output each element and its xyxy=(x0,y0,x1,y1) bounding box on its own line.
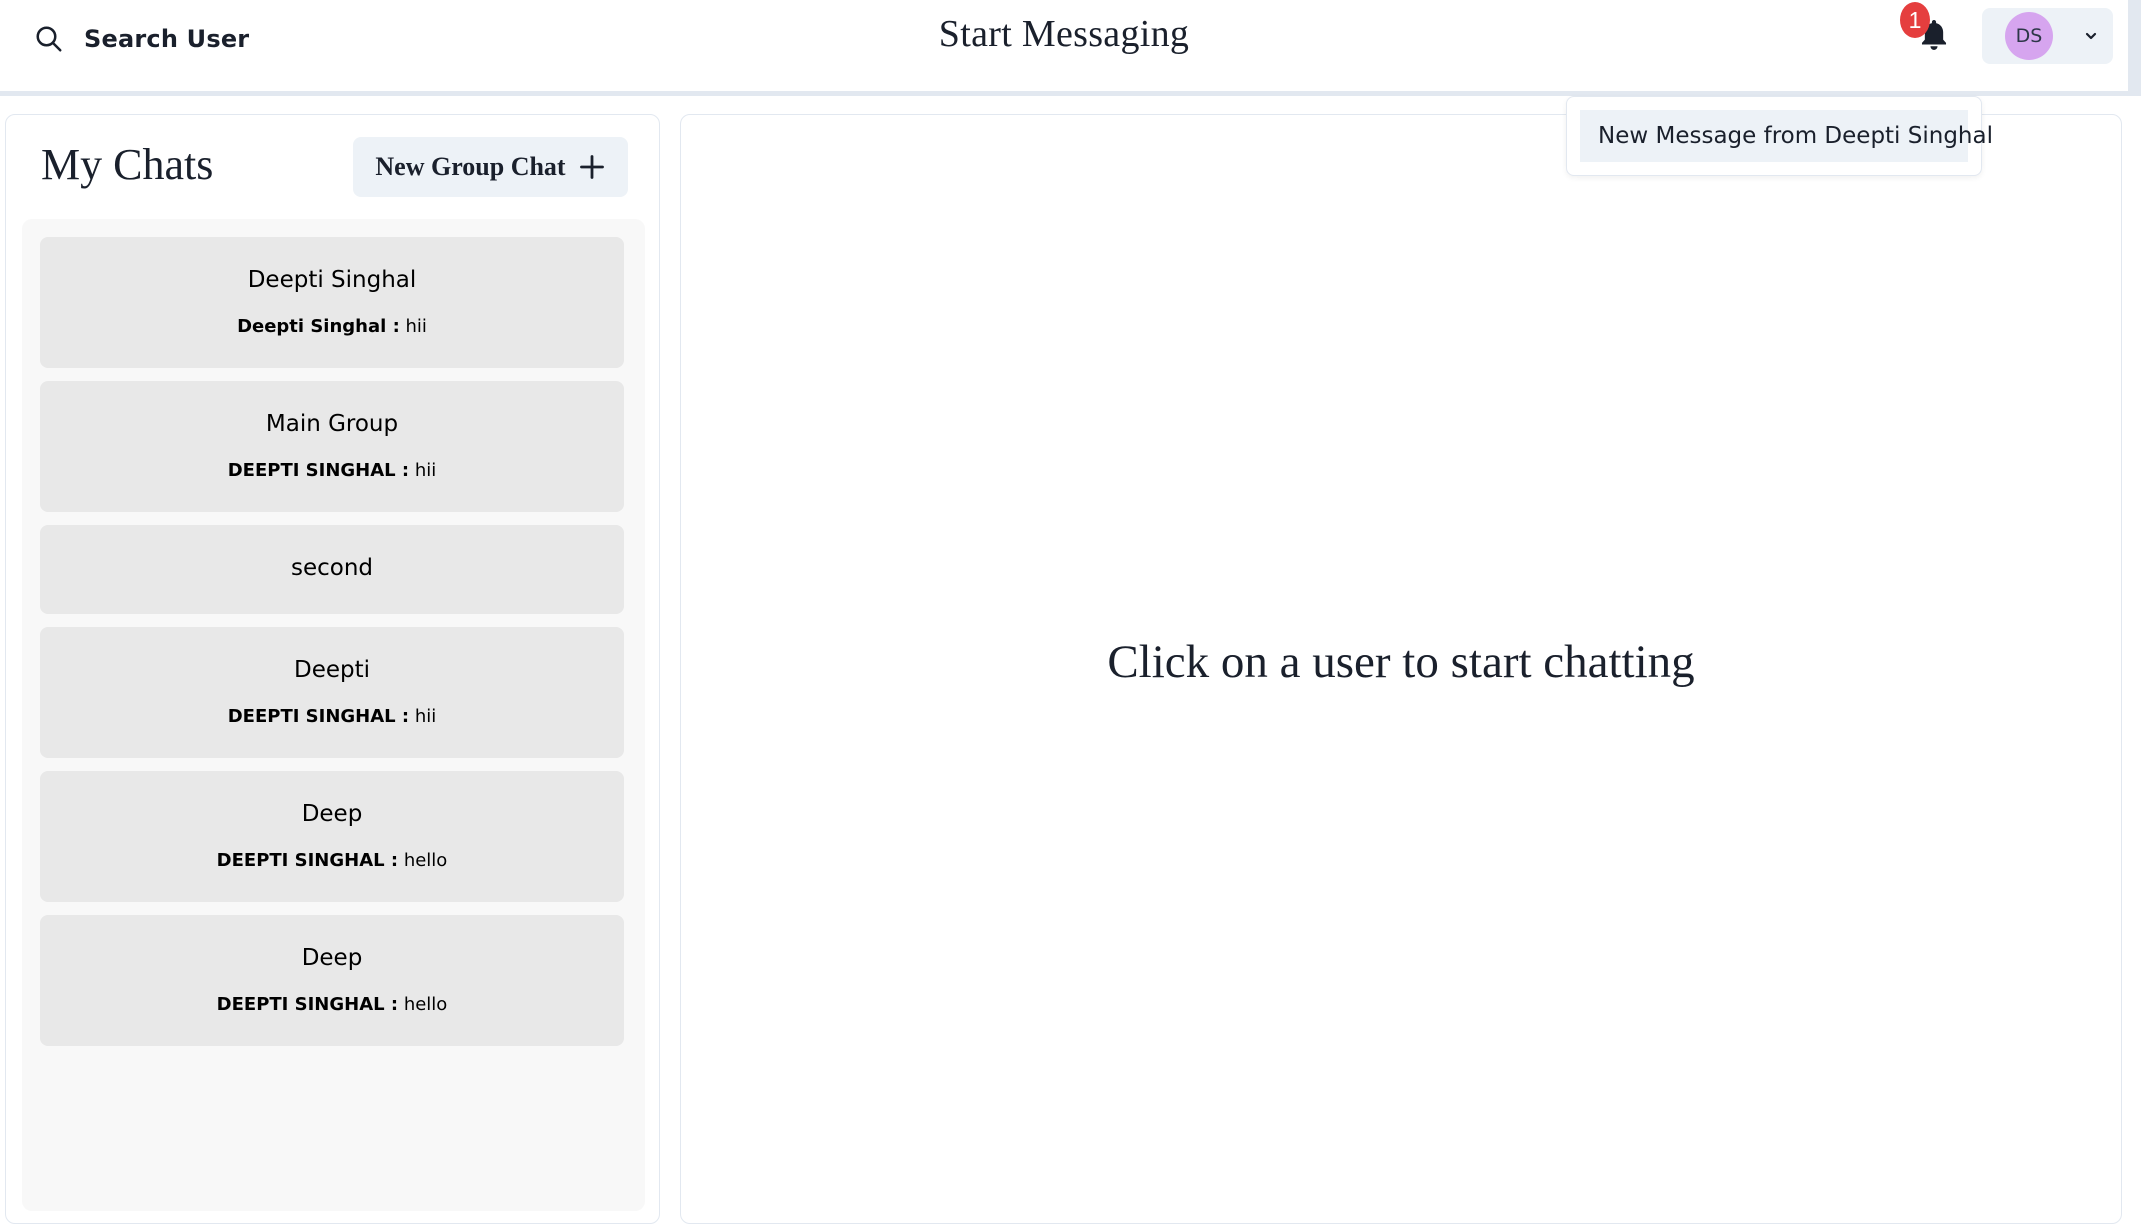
chat-name: Main Group xyxy=(265,411,399,437)
my-chats-title: My Chats xyxy=(41,140,214,189)
chat-name: Deepti Singhal xyxy=(247,267,417,293)
search-icon xyxy=(36,26,62,52)
chat-latest-text: hello xyxy=(403,850,448,871)
chat-latest-sender: DEEPTI SINGHAL : xyxy=(216,994,399,1015)
chat-item[interactable]: Deep DEEPTI SINGHAL : hello xyxy=(40,771,624,902)
chat-name: Deepti xyxy=(293,657,371,683)
chat-latest-text: hello xyxy=(403,994,448,1015)
chat-item[interactable]: Main Group DEEPTI SINGHAL : hii xyxy=(40,381,624,512)
notification-dropdown: New Message from Deepti Singhal xyxy=(1566,96,1993,176)
chat-name: Deep xyxy=(301,801,363,827)
notification-item[interactable]: New Message from Deepti Singhal xyxy=(1580,110,1993,162)
new-group-chat-button[interactable]: New Group Chat xyxy=(353,137,628,197)
chat-latest-message: DEEPTI SINGHAL : hello xyxy=(40,994,624,1015)
chat-name: second xyxy=(290,555,374,581)
empty-chat-message: Click on a user to start chatting xyxy=(1107,636,1695,688)
notification-button[interactable]: 1 xyxy=(1900,2,1970,66)
search-user-button[interactable]: Search User xyxy=(22,14,261,64)
chat-window: Click on a user to start chatting xyxy=(680,114,2122,1224)
top-bar: Search User Start Messaging 1 DS xyxy=(0,0,2141,96)
chat-list: Deepti Singhal Deepti Singhal : hii Main… xyxy=(22,219,645,1211)
chat-latest-text: hii xyxy=(414,460,437,481)
plus-icon xyxy=(579,155,604,179)
chat-latest-message: DEEPTI SINGHAL : hii xyxy=(40,706,624,727)
chat-latest-text: hii xyxy=(405,316,427,337)
chat-item[interactable]: Deepti Singhal Deepti Singhal : hii xyxy=(40,237,624,368)
profile-menu-button[interactable]: DS xyxy=(1982,8,2113,64)
my-chats-panel: My Chats New Group Chat Deepti Singhal D… xyxy=(5,114,660,1224)
chat-item[interactable]: Deepti DEEPTI SINGHAL : hii xyxy=(40,627,624,758)
notification-count-badge: 1 xyxy=(1900,2,1930,38)
chat-latest-message: Deepti Singhal : hii xyxy=(40,316,624,337)
search-user-label: Search User xyxy=(84,25,250,53)
chat-name: Deep xyxy=(301,945,363,971)
chat-latest-sender: DEEPTI SINGHAL : xyxy=(216,850,399,871)
chat-latest-sender: Deepti Singhal : xyxy=(237,316,400,337)
avatar: DS xyxy=(2005,12,2053,60)
chat-latest-message: DEEPTI SINGHAL : hii xyxy=(40,460,624,481)
new-group-chat-label: New Group Chat xyxy=(375,152,566,181)
chat-item[interactable]: second xyxy=(40,525,624,614)
chevron-down-icon xyxy=(2085,32,2097,40)
chat-latest-sender: DEEPTI SINGHAL : xyxy=(227,460,410,481)
chat-latest-message: DEEPTI SINGHAL : hello xyxy=(40,850,624,871)
chat-latest-sender: DEEPTI SINGHAL : xyxy=(227,706,410,727)
app-title: Start Messaging xyxy=(938,13,1190,55)
chat-item[interactable]: Deep DEEPTI SINGHAL : hello xyxy=(40,915,624,1046)
chat-latest-text: hii xyxy=(414,706,437,727)
